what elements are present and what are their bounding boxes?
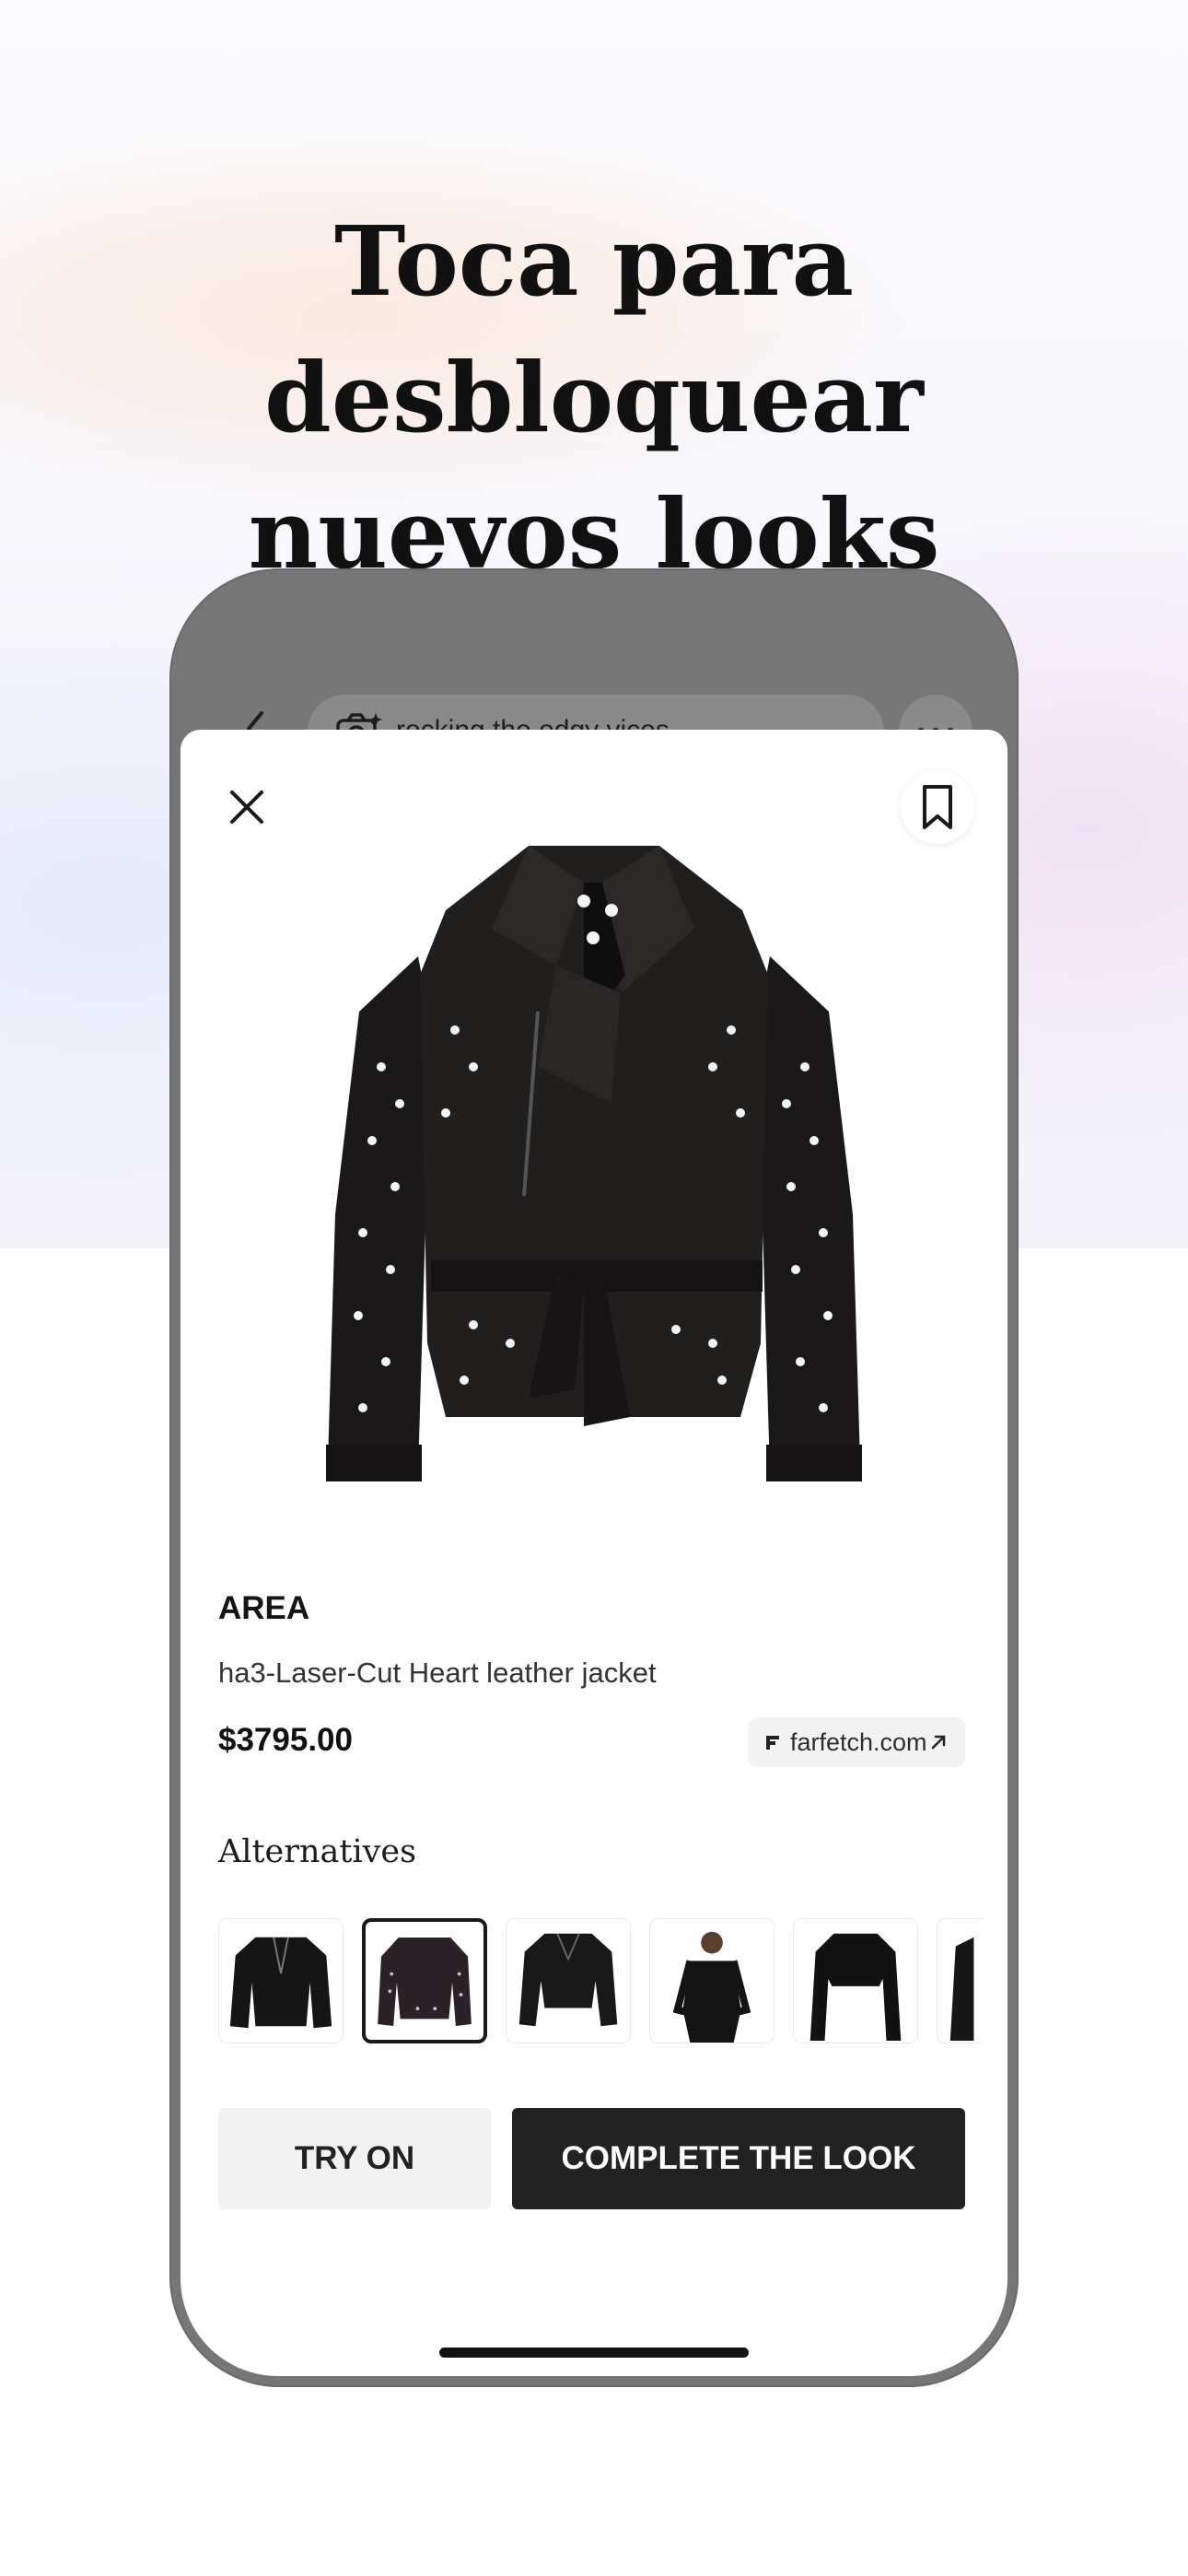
alternatives-carousel[interactable] (218, 1918, 983, 2047)
source-link[interactable]: farfetch.com (748, 1717, 965, 1767)
alternative-item[interactable] (793, 1918, 918, 2043)
alternative-jacket-image (809, 1933, 902, 2042)
source-domain: farfetch.com (790, 1728, 927, 1756)
alternative-jacket-image (229, 1937, 332, 2029)
alternative-jacket-image (949, 1937, 974, 2042)
alternative-item[interactable] (649, 1918, 775, 2043)
bookmark-button[interactable] (901, 770, 974, 844)
external-link-icon (931, 1735, 946, 1750)
alternative-jacket-image (378, 1937, 472, 2026)
try-on-button[interactable]: TRY ON (218, 2108, 491, 2209)
product-detail-sheet: AREA ha3-Laser-Cut Heart leather jacket … (181, 730, 1007, 2376)
product-brand: AREA (218, 1590, 310, 1626)
complete-the-look-button[interactable]: COMPLETE THE LOOK (512, 2108, 965, 2209)
bookmark-icon (923, 785, 952, 829)
alternative-item[interactable] (218, 1918, 344, 2043)
alternative-item-selected[interactable] (362, 1918, 487, 2043)
home-indicator (439, 2348, 749, 2358)
alternative-item[interactable] (937, 1918, 983, 2043)
product-title: ha3-Laser-Cut Heart leather jacket (218, 1657, 657, 1689)
close-button[interactable] (225, 785, 269, 829)
headline-line-1: Toca para desbloquear (264, 205, 924, 454)
alternative-model-image (672, 1931, 751, 2043)
alternatives-heading: Alternatives (218, 1833, 417, 1870)
headline: Toca para desbloquear nuevos looks (0, 193, 1188, 603)
product-price: $3795.00 (218, 1722, 353, 1758)
alternative-item[interactable] (506, 1918, 631, 2043)
close-icon (230, 790, 263, 824)
farfetch-logo-icon (766, 1736, 779, 1750)
product-image (326, 846, 862, 1481)
alternative-jacket-image (518, 1933, 618, 2027)
